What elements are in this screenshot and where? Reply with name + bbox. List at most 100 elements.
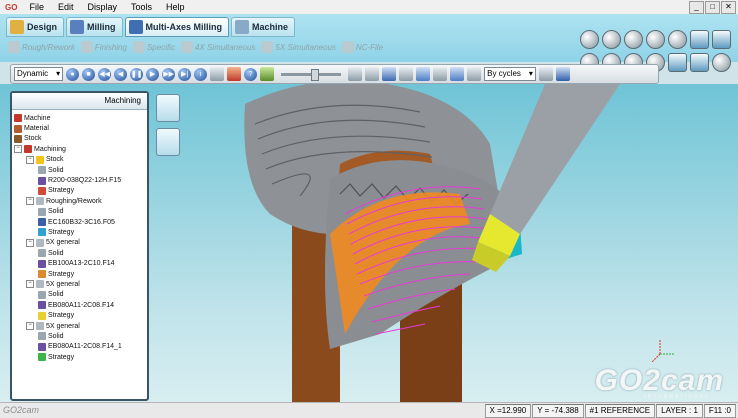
end-icon[interactable]: ▶|: [178, 67, 192, 81]
fast-forward-icon[interactable]: ▶▶: [162, 67, 176, 81]
pause-icon[interactable]: ❚❚: [130, 67, 144, 81]
tree-item[interactable]: Strategy: [14, 227, 145, 237]
step-forward-icon[interactable]: ▶: [146, 67, 160, 81]
reference-indicator[interactable]: #1 REFERENCE: [584, 404, 656, 418]
tab-machine[interactable]: Machine: [231, 17, 296, 37]
tree-item[interactable]: Solid: [14, 207, 145, 217]
tree-item[interactable]: − Stock: [14, 155, 145, 165]
settings-icon[interactable]: [712, 53, 731, 72]
minimize-button[interactable]: _: [689, 1, 704, 14]
pointer-icon[interactable]: [580, 30, 599, 49]
tree-item[interactable]: Strategy: [14, 352, 145, 362]
expand-toggle[interactable]: −: [26, 322, 34, 330]
cube-view-icon[interactable]: [624, 30, 643, 49]
save-icon[interactable]: [555, 67, 570, 81]
tool-view-icon[interactable]: [399, 67, 414, 81]
speed-slider-knob[interactable]: [310, 68, 319, 81]
tree-item[interactable]: Solid: [14, 165, 145, 175]
menu-file[interactable]: File: [22, 2, 51, 12]
tree-item[interactable]: EB080A11-2C08.F14: [14, 300, 145, 310]
tree-item[interactable]: − Machining: [14, 144, 145, 154]
tree-item[interactable]: Strategy: [14, 310, 145, 320]
zoom-window-icon[interactable]: [690, 30, 709, 49]
machine-view-icon[interactable]: [382, 67, 397, 81]
rewind-icon[interactable]: ◀◀: [98, 67, 112, 81]
zoom-icon[interactable]: [668, 30, 687, 49]
adjust-icon[interactable]: [210, 67, 225, 81]
holder-view-icon[interactable]: [433, 67, 448, 81]
rough-icon: [8, 41, 20, 53]
tree-item[interactable]: Strategy: [14, 186, 145, 196]
tree-item[interactable]: Machine: [14, 113, 145, 123]
camera-icon[interactable]: [538, 67, 553, 81]
tab-multi-axes-milling[interactable]: Multi-Axes Milling: [124, 17, 230, 37]
tree-item-label: Solid: [48, 332, 64, 340]
panel-machining-button[interactable]: [156, 94, 180, 122]
stop-icon[interactable]: ■: [82, 67, 96, 81]
finishing-button[interactable]: Finishing: [80, 39, 127, 55]
tree-item[interactable]: Solid: [14, 290, 145, 300]
collision-view-icon[interactable]: [467, 67, 482, 81]
tree-item[interactable]: − Roughing/Rework: [14, 196, 145, 206]
tab-design[interactable]: Design: [6, 17, 65, 37]
tab-milling[interactable]: Milling: [66, 17, 123, 37]
solid-view-icon[interactable]: [365, 67, 380, 81]
tree-item[interactable]: Solid: [14, 331, 145, 341]
screen-icon[interactable]: [690, 53, 709, 72]
rotate-icon[interactable]: [602, 30, 621, 49]
refresh-icon[interactable]: [712, 30, 731, 49]
tree-item[interactable]: EC160B32-3C16.F05: [14, 217, 145, 227]
axis-triad: [651, 339, 674, 363]
tree-item[interactable]: Stock: [14, 134, 145, 144]
solid-icon: [38, 249, 46, 258]
tree-item[interactable]: Solid: [14, 248, 145, 258]
close-button[interactable]: ✕: [721, 1, 736, 14]
tree-item[interactable]: − 5X general: [14, 321, 145, 331]
help-circle-icon[interactable]: ?: [244, 67, 258, 81]
picture-icon[interactable]: [668, 53, 687, 72]
material-removal-icon[interactable]: [227, 67, 242, 81]
expand-toggle[interactable]: −: [26, 280, 34, 289]
stock-view-icon[interactable]: [348, 67, 363, 81]
app-logo: GO: [5, 2, 18, 12]
record-icon[interactable]: ●: [66, 67, 80, 81]
strategy-icon: [38, 186, 46, 195]
solid-icon: [38, 332, 46, 341]
info-icon[interactable]: i: [194, 67, 208, 81]
layer-indicator[interactable]: LAYER : 1: [656, 404, 703, 418]
expand-toggle[interactable]: −: [26, 238, 34, 247]
nc-file-icon: [341, 41, 354, 53]
simulation-mode-select[interactable]: Dynamic: [14, 67, 64, 81]
tree-item[interactable]: EB100A13-2C10.F14: [14, 258, 145, 268]
expand-toggle[interactable]: −: [14, 145, 22, 154]
panel-collapse-button[interactable]: [156, 128, 180, 156]
tree-item[interactable]: Strategy: [14, 269, 145, 279]
toolpath-view-icon[interactable]: [416, 67, 431, 81]
machining-icon: [24, 145, 32, 154]
tree-item[interactable]: R200-038Q22-12H.F15: [14, 175, 145, 185]
menu-edit[interactable]: Edit: [51, 2, 81, 12]
menu-display[interactable]: Display: [80, 2, 124, 12]
4x-simultaneous-button[interactable]: 4X Simultaneous: [180, 39, 255, 55]
maximize-button[interactable]: □: [705, 1, 720, 14]
tree-item[interactable]: Material: [14, 123, 145, 133]
expand-toggle[interactable]: −: [26, 155, 34, 164]
tree-speed-icon: [260, 67, 275, 81]
pan-icon[interactable]: [646, 30, 665, 49]
step-back-icon[interactable]: ◀: [114, 67, 128, 81]
menu-tools[interactable]: Tools: [124, 2, 159, 12]
5x-simultaneous-button[interactable]: 5X Simultaneous: [261, 39, 336, 55]
menu-help[interactable]: Help: [159, 2, 192, 12]
cycles-select[interactable]: By cycles: [484, 67, 536, 81]
speed-slider[interactable]: [281, 68, 342, 81]
nc-file-button[interactable]: NC-File: [341, 39, 383, 55]
specific-icon: [132, 41, 145, 53]
rough-rework-button[interactable]: Rough/Rework: [8, 39, 75, 55]
plate-view-icon[interactable]: [450, 67, 465, 81]
expand-toggle[interactable]: −: [26, 197, 34, 206]
specific-button[interactable]: Specific: [132, 39, 175, 55]
machine-tab-icon: [235, 20, 250, 34]
tree-item[interactable]: EB080A11-2C08.F14_1: [14, 342, 145, 352]
tree-item[interactable]: − 5X general: [14, 279, 145, 289]
tree-item[interactable]: − 5X general: [14, 238, 145, 248]
